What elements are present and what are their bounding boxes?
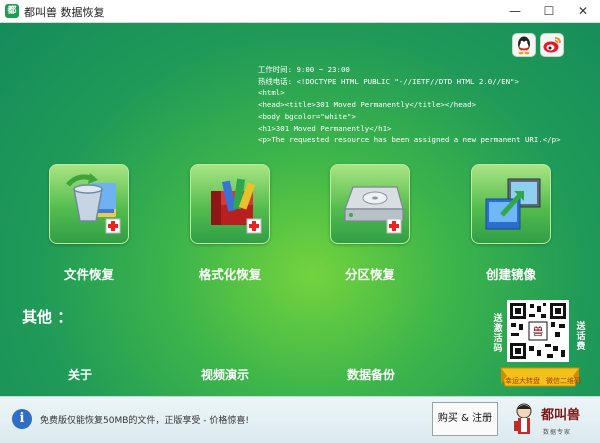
title-bar: 都 都叫兽 数据恢复 — ☐ ✕ — [0, 0, 600, 23]
svg-text:兽: 兽 — [533, 324, 544, 338]
partition-recovery-button[interactable] — [330, 164, 410, 244]
info-line: 工作时间: 9:00 ~ 23:00 — [258, 65, 350, 74]
format-recovery-button[interactable] — [190, 164, 270, 244]
file-recovery-label[interactable]: 文件恢复 — [29, 264, 149, 283]
wechat-qr-code[interactable]: 兽 — [507, 300, 569, 362]
weibo-icon[interactable] — [540, 33, 564, 57]
partition-recovery-icon — [344, 186, 404, 234]
about-link[interactable]: 关于 — [68, 366, 92, 383]
brand-subtitle: 数据专家 — [543, 429, 572, 436]
buy-register-button[interactable]: 购买 & 注册 — [432, 402, 498, 436]
data-backup-link[interactable]: 数据备份 — [347, 366, 395, 383]
video-demo-link[interactable]: 视频演示 — [201, 366, 249, 383]
partition-recovery-label[interactable]: 分区恢复 — [310, 264, 430, 283]
window-title: 都叫兽 数据恢复 — [24, 6, 105, 19]
create-image-label[interactable]: 创建镜像 — [451, 264, 571, 283]
create-image-button[interactable] — [471, 164, 551, 244]
file-recovery-icon — [66, 173, 121, 234]
free-version-notice: 免费版仅能恢复50MB的文件，正版享受 - 价格惊喜! — [40, 416, 249, 426]
info-icon: i — [12, 409, 32, 429]
qr-promo-left-text: 送激活码 — [493, 314, 503, 354]
info-line: 热线电话: <!DOCTYPE HTML PUBLIC "-//IETF//DT… — [258, 76, 519, 86]
app-window: 都 都叫兽 数据恢复 — ☐ ✕ 工作时间: 9:00 ~ 23:00 热线电话… — [0, 0, 600, 443]
qr-promo-right-text: 送话费 — [576, 322, 586, 352]
info-line: <head><title>301 Moved Permanently</titl… — [258, 100, 477, 110]
service-info: 工作时间: 9:00 ~ 23:00 热线电话: <!DOCTYPE HTML … — [258, 64, 588, 146]
close-button[interactable]: ✕ — [566, 0, 600, 22]
info-line: <h1>301 Moved Permanently</h1> — [258, 123, 392, 133]
create-image-icon — [485, 178, 541, 230]
info-line: <p>The requested resource has been assig… — [258, 135, 561, 145]
info-line: <html> — [258, 88, 285, 98]
footer-bar: i 免费版仅能恢复50MB的文件，正版享受 - 价格惊喜! 购买 & 注册 都叫… — [0, 396, 600, 443]
wechat-qr-text: 微信二维码 — [546, 377, 581, 385]
format-recovery-label[interactable]: 格式化恢复 — [170, 264, 290, 283]
qq-icon[interactable] — [512, 33, 536, 57]
file-recovery-button[interactable] — [49, 164, 129, 244]
brand-name: 都叫兽 — [541, 408, 581, 423]
app-logo-icon: 都 — [5, 4, 19, 18]
lucky-wheel-text[interactable]: 幸运大转盘 — [505, 376, 540, 386]
minimize-button[interactable]: — — [498, 0, 532, 22]
info-line: <body bgcolor="white"> — [258, 111, 356, 121]
other-heading: 其他 ： — [22, 308, 73, 326]
format-recovery-icon — [211, 178, 262, 234]
maximize-button[interactable]: ☐ — [532, 0, 566, 22]
